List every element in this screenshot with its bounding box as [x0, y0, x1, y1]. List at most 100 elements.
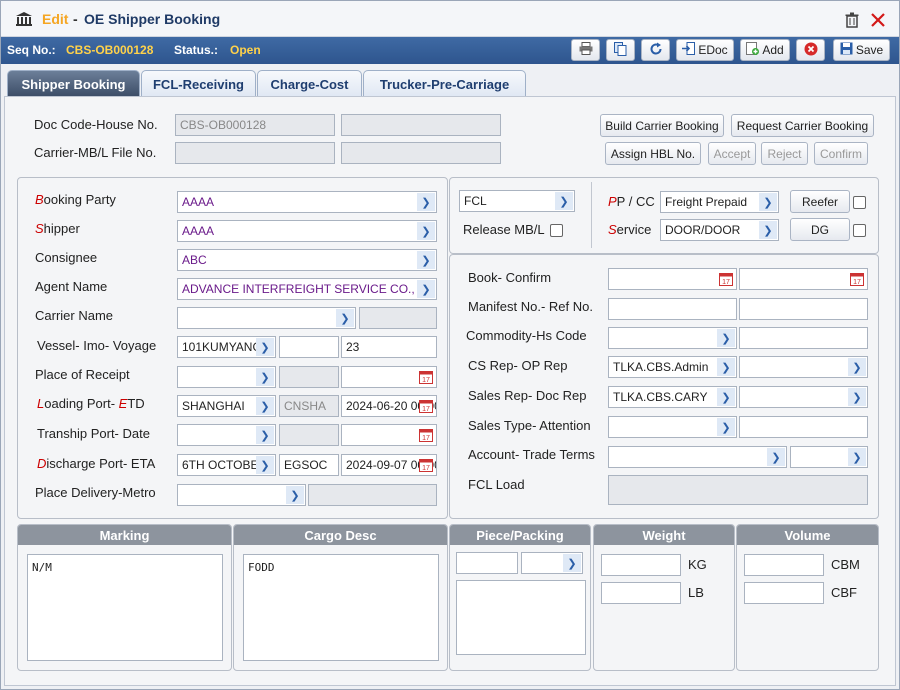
- import-icon: [682, 42, 696, 58]
- booking-party-select[interactable]: AAAA ❯: [177, 191, 437, 213]
- confirm-date-field[interactable]: 17: [739, 268, 868, 290]
- calendar-icon[interactable]: 17: [719, 272, 733, 286]
- divider: [591, 182, 592, 248]
- commodity-select[interactable]: ❯: [608, 327, 737, 349]
- trash-icon[interactable]: [844, 12, 860, 28]
- place-delivery-label: Place Delivery-Metro: [35, 485, 156, 500]
- shipper-label: Shipper: [35, 221, 80, 236]
- chevron-down-icon: ❯: [286, 486, 304, 504]
- weight-lb-field[interactable]: [601, 582, 681, 604]
- add-button[interactable]: Add: [740, 39, 790, 61]
- assign-hbl-button[interactable]: Assign HBL No.: [605, 142, 701, 165]
- tranship-date-field[interactable]: 17: [341, 424, 437, 446]
- op-rep-select[interactable]: ❯: [739, 356, 868, 378]
- vessel-select[interactable]: 101KUMYANG ❯: [177, 336, 276, 358]
- carrier-code-field: [359, 307, 437, 329]
- house-no-field: [341, 114, 501, 136]
- manifest-no-field[interactable]: [608, 298, 737, 320]
- agent-name-label: Agent Name: [35, 279, 108, 294]
- calendar-icon[interactable]: 17: [419, 428, 433, 442]
- shipper-select[interactable]: AAAA ❯: [177, 220, 437, 242]
- sales-type-label: Sales Type- Attention: [468, 418, 591, 433]
- piece-count-field[interactable]: [456, 552, 518, 574]
- dg-checkbox[interactable]: [853, 224, 866, 237]
- reefer-checkbox[interactable]: [853, 196, 866, 209]
- consignee-select[interactable]: ABC ❯: [177, 249, 437, 271]
- tab-charge-cost[interactable]: Charge-Cost: [257, 70, 362, 97]
- calendar-icon[interactable]: 17: [419, 399, 433, 413]
- ref-no-field[interactable]: [739, 298, 868, 320]
- hs-code-field[interactable]: [739, 327, 868, 349]
- voyage-field[interactable]: 23: [341, 336, 437, 358]
- loading-port-select[interactable]: SHANGHAI ❯: [177, 395, 276, 417]
- dg-button[interactable]: DG: [790, 218, 850, 241]
- volume-cbf-field[interactable]: [744, 582, 824, 604]
- loading-port-label: Loading Port- ETD: [37, 396, 145, 411]
- add-label: Add: [762, 43, 784, 57]
- edoc-button[interactable]: EDoc: [676, 39, 734, 61]
- cancel-button[interactable]: [796, 39, 825, 61]
- packing-textarea[interactable]: [456, 580, 586, 655]
- place-delivery-select[interactable]: ❯: [177, 484, 306, 506]
- service-select[interactable]: DOOR/DOOR ❯: [660, 219, 779, 241]
- copy-button[interactable]: [606, 39, 635, 61]
- marking-textarea[interactable]: N/M: [27, 554, 223, 661]
- calendar-icon[interactable]: 17: [419, 458, 433, 472]
- discharge-port-code[interactable]: EGSOC: [279, 454, 339, 476]
- packing-unit-select[interactable]: ❯: [521, 552, 583, 574]
- cs-rep-select[interactable]: TLKA.CBS.Admin ❯: [608, 356, 737, 378]
- print-button[interactable]: [571, 39, 600, 61]
- tab-trucker-pre-carriage[interactable]: Trucker-Pre-Carriage: [363, 70, 526, 97]
- book-date-field[interactable]: 17: [608, 268, 737, 290]
- ppcc-label: PP / CC: [608, 194, 655, 209]
- trade-terms-select[interactable]: ❯: [790, 446, 868, 468]
- sales-rep-label: Sales Rep- Doc Rep: [468, 388, 587, 403]
- reefer-button[interactable]: Reefer: [790, 190, 850, 213]
- reject-button[interactable]: Reject: [761, 142, 808, 165]
- confirm-button[interactable]: Confirm: [814, 142, 868, 165]
- eta-date-field[interactable]: 2024-09-07 00:00 17: [341, 454, 437, 476]
- chevron-down-icon: ❯: [256, 368, 274, 386]
- seq-value: CBS-OB000128: [66, 43, 154, 57]
- cbm-unit-label: CBM: [831, 557, 860, 572]
- tranship-port-select[interactable]: ❯: [177, 424, 276, 446]
- request-carrier-booking-button[interactable]: Request Carrier Booking: [731, 114, 874, 137]
- volume-panel: Volume CBM CBF: [736, 524, 879, 671]
- refresh-button[interactable]: [641, 39, 670, 61]
- chevron-down-icon: ❯: [848, 388, 866, 406]
- carrier-name-select[interactable]: ❯: [177, 307, 356, 329]
- imo-field[interactable]: [279, 336, 339, 358]
- calendar-icon[interactable]: 17: [419, 370, 433, 384]
- tab-fcl-receiving[interactable]: FCL-Receiving: [141, 70, 256, 97]
- tab-shipper-booking[interactable]: Shipper Booking: [7, 70, 140, 97]
- cargo-desc-textarea[interactable]: FODD: [243, 554, 439, 661]
- receipt-date-field[interactable]: 17: [341, 366, 437, 388]
- etd-date-field[interactable]: 2024-06-20 00:00 17: [341, 395, 437, 417]
- accept-button[interactable]: Accept: [708, 142, 756, 165]
- doc-code-label: Doc Code-House No.: [34, 117, 158, 132]
- chevron-down-icon: ❯: [417, 222, 435, 240]
- discharge-port-select[interactable]: 6TH OCTOBER ❯: [177, 454, 276, 476]
- place-of-receipt-label: Place of Receipt: [35, 367, 130, 382]
- sales-type-select[interactable]: ❯: [608, 416, 737, 438]
- weight-title: Weight: [594, 525, 734, 545]
- agent-name-select[interactable]: ADVANCE INTERFREIGHT SERVICE CO., ❯: [177, 278, 437, 300]
- account-select[interactable]: ❯: [608, 446, 787, 468]
- book-confirm-label: Book- Confirm: [468, 270, 552, 285]
- load-type-select[interactable]: FCL ❯: [459, 190, 575, 212]
- calendar-icon[interactable]: 17: [850, 272, 864, 286]
- release-mbl-checkbox[interactable]: [550, 224, 563, 237]
- sales-rep-select[interactable]: TLKA.CBS.CARY ❯: [608, 386, 737, 408]
- save-button[interactable]: Save: [833, 39, 890, 61]
- tab-bar: Shipper Booking FCL-Receiving Charge-Cos…: [1, 64, 899, 98]
- build-carrier-booking-button[interactable]: Build Carrier Booking: [600, 114, 724, 137]
- doc-rep-select[interactable]: ❯: [739, 386, 868, 408]
- volume-cbm-field[interactable]: [744, 554, 824, 576]
- place-of-receipt-select[interactable]: ❯: [177, 366, 276, 388]
- piece-packing-title: Piece/Packing: [450, 525, 590, 545]
- ppcc-select[interactable]: Freight Prepaid ❯: [660, 191, 779, 213]
- attention-field[interactable]: [739, 416, 868, 438]
- metro-field: [308, 484, 437, 506]
- weight-kg-field[interactable]: [601, 554, 681, 576]
- close-icon[interactable]: [870, 12, 886, 28]
